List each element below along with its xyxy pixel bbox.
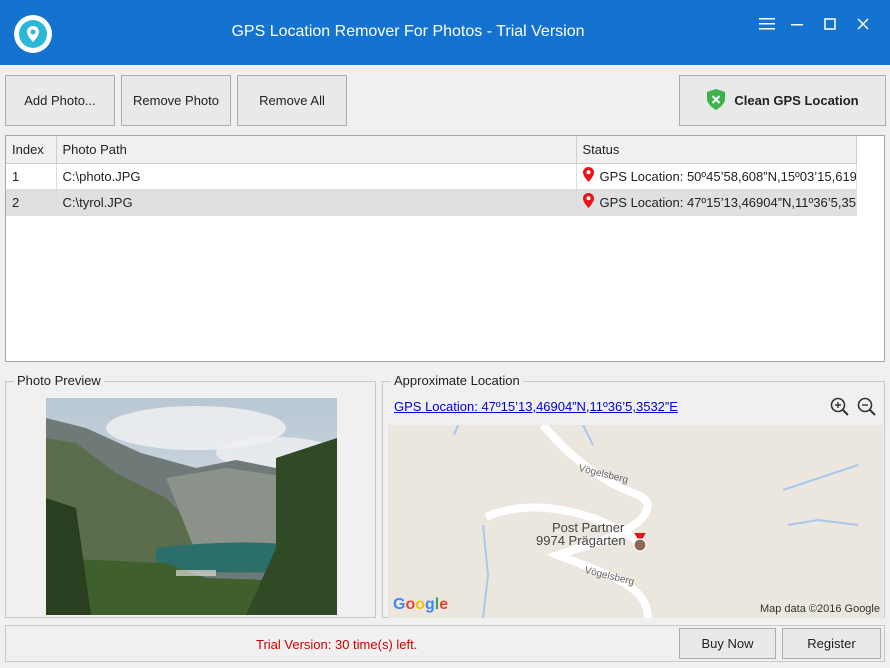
zoom-in-icon[interactable] — [829, 396, 851, 418]
map-place-address: 9974 Prägarten — [536, 533, 626, 548]
clean-gps-button[interactable]: Clean GPS Location — [679, 75, 886, 126]
map-marker-icon — [629, 512, 651, 582]
photo-preview-image — [46, 398, 337, 615]
gps-location-link[interactable]: GPS Location: 47º15’13,46904”N,11º36’5,3… — [394, 399, 678, 414]
map-pin-icon — [582, 167, 594, 185]
photo-preview-title: Photo Preview — [14, 373, 104, 388]
minimize-icon[interactable] — [782, 12, 812, 36]
photo-table[interactable]: Index Photo Path Status 1 C:\photo.JPG G… — [5, 135, 885, 362]
zoom-out-icon[interactable] — [856, 396, 878, 418]
buy-now-button[interactable]: Buy Now — [679, 628, 776, 659]
main-panel: Add Photo... Remove Photo Remove All Cle… — [0, 65, 890, 668]
remove-all-button[interactable]: Remove All — [237, 75, 347, 126]
column-header-index[interactable]: Index — [6, 136, 57, 164]
title-bar: GPS Location Remover For Photos - Trial … — [0, 0, 890, 65]
google-logo: Google — [393, 596, 449, 613]
photo-preview-group: Photo Preview — [5, 373, 376, 618]
window-title: GPS Location Remover For Photos - Trial … — [231, 23, 585, 40]
row-index: 1 — [6, 163, 57, 190]
map-copyright: Map data ©2016 Google — [759, 603, 880, 615]
remove-photo-button[interactable]: Remove Photo — [121, 75, 231, 126]
maximize-icon[interactable] — [815, 12, 845, 36]
clean-gps-label: Clean GPS Location — [734, 93, 859, 108]
row-status: GPS Location: 50º45’58,608”N,15º03’15,61… — [576, 163, 857, 190]
table-row[interactable]: 1 C:\photo.JPG GPS Location: 50º45’58,60… — [6, 163, 857, 190]
close-icon[interactable] — [848, 12, 878, 36]
trial-status-text: Trial Version: 30 time(s) left. — [256, 637, 418, 652]
shield-check-icon — [706, 88, 726, 114]
column-header-path[interactable]: Photo Path — [56, 136, 577, 164]
row-path: C:\tyrol.JPG — [56, 189, 577, 216]
row-index: 2 — [6, 189, 57, 216]
row-status-text: GPS Location: 50º45’58,608”N,15º03’15,61… — [599, 168, 856, 184]
row-status: GPS Location: 47º15’13,46904”N,11º36’5,3… — [576, 189, 857, 216]
row-status-text: GPS Location: 47º15’13,46904”N,11º36’5,3… — [599, 194, 856, 210]
table-header-row: Index Photo Path Status — [6, 136, 857, 164]
register-button[interactable]: Register — [782, 628, 881, 659]
menu-icon[interactable] — [752, 12, 782, 36]
approximate-location-title: Approximate Location — [391, 373, 523, 388]
column-header-status[interactable]: Status — [576, 136, 857, 164]
table-row[interactable]: 2 C:\tyrol.JPG GPS Location: 47º15’13,46… — [6, 189, 857, 216]
map-pin-icon — [582, 193, 594, 211]
location-map[interactable]: Vögelsberg Vögelsberg Post Partner 9974 … — [388, 425, 883, 618]
add-photo-button[interactable]: Add Photo... — [5, 75, 115, 126]
approximate-location-group: Approximate Location GPS Location: 47º15… — [382, 373, 885, 618]
row-path: C:\photo.JPG — [56, 163, 577, 190]
